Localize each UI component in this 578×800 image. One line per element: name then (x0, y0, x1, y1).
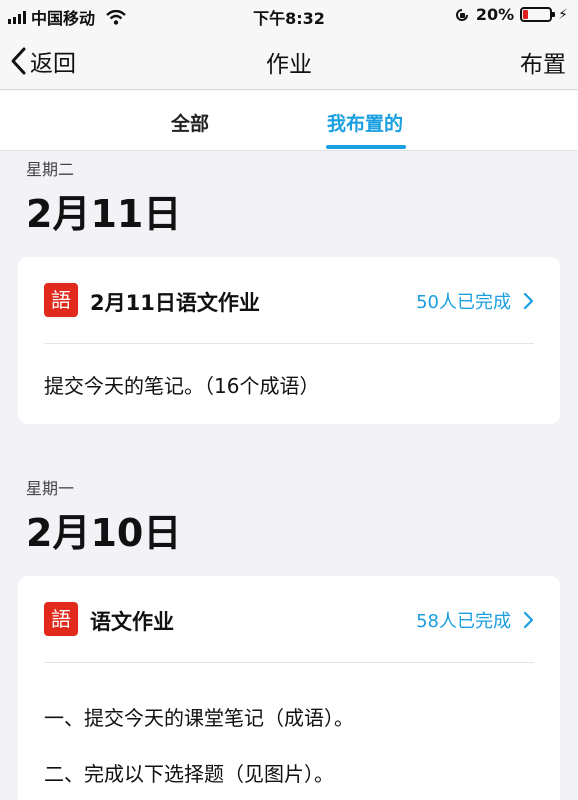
battery-level (523, 10, 529, 19)
chevron-right-icon (523, 292, 534, 310)
description-line: 二、完成以下选择题（见图片）。 (44, 762, 334, 786)
nav-bar: 返回 作业 布置 (0, 30, 578, 90)
battery-icon (520, 7, 556, 22)
completion-link[interactable]: 58人已完成 (416, 607, 534, 633)
tab-bar: 全部 我布置的 (0, 91, 578, 151)
battery-percent: 20% (475, 5, 515, 24)
assignment-title: 语文作业 (90, 610, 174, 634)
assign-button[interactable]: 布置 (520, 45, 566, 79)
card-divider (44, 662, 534, 663)
chinese-subject-icon: 語 (44, 602, 78, 636)
status-bar: 中国移动 下午8:32 20% ⚡ (0, 0, 578, 30)
status-right: 20% ⚡ (454, 5, 568, 24)
date-heading: 2月11日 (26, 192, 182, 236)
charging-icon: ⚡ (558, 6, 568, 23)
assignment-card[interactable]: 語 语文作业 58人已完成 一、提交今天的课堂笔记（成语）。 二、完成以下选择题… (18, 576, 560, 800)
assignment-title: 2月11日语文作业 (90, 291, 260, 315)
weekday-label: 星期二 (26, 160, 75, 179)
description-line: 提交今天的笔记。（16个成语） (44, 374, 320, 398)
card-header[interactable]: 語 语文作业 58人已完成 (18, 576, 560, 663)
assignment-description: 一、提交今天的课堂笔记（成语）。 二、完成以下选择题（见图片）。 (44, 690, 540, 800)
description-line: 一、提交今天的课堂笔记（成语）。 (44, 706, 354, 730)
completion-count: 58人已完成 (416, 611, 511, 632)
date-heading: 2月10日 (26, 511, 182, 555)
completion-link[interactable]: 50人已完成 (416, 288, 534, 314)
page-title: 作业 (266, 52, 312, 78)
chevron-right-icon (523, 611, 534, 629)
orientation-lock-icon (455, 8, 468, 21)
assignment-card[interactable]: 語 2月11日语文作业 50人已完成 提交今天的笔记。（16个成语） (18, 257, 560, 424)
completion-count: 50人已完成 (416, 292, 511, 313)
tab-all[interactable]: 全部 (171, 109, 209, 136)
tab-selected-indicator (326, 145, 406, 149)
card-divider (44, 343, 534, 344)
card-header[interactable]: 語 2月11日语文作业 50人已完成 (18, 257, 560, 344)
weekday-label: 星期一 (26, 479, 75, 498)
tab-my-assigned[interactable]: 我布置的 (327, 109, 403, 136)
assignment-description: 提交今天的笔记。（16个成语） (44, 369, 540, 403)
chinese-subject-icon: 語 (44, 283, 78, 317)
